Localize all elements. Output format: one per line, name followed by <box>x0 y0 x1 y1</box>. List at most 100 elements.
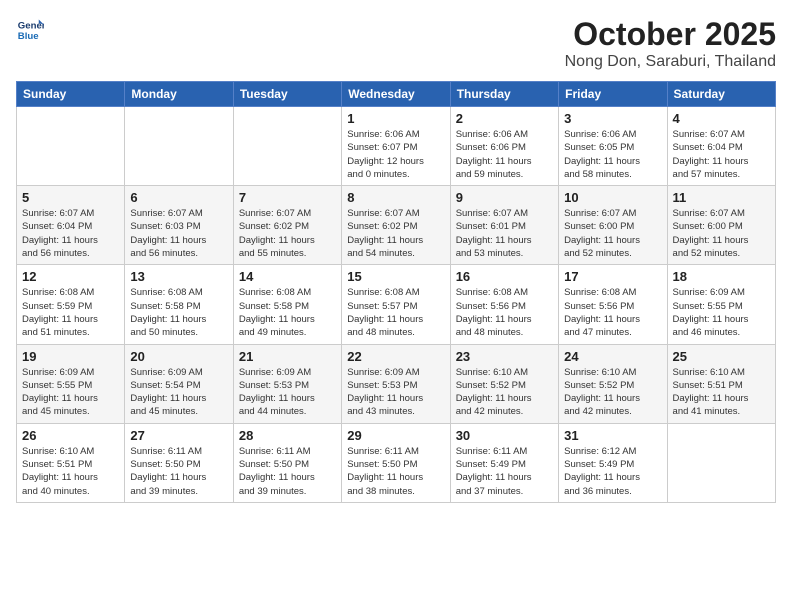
table-cell: 30 Sunrise: 6:11 AM Sunset: 5:49 PM Dayli… <box>450 423 558 502</box>
day-number: 21 <box>239 349 336 364</box>
table-cell: 13 Sunrise: 6:08 AM Sunset: 5:58 PM Dayli… <box>125 265 233 344</box>
day-number: 6 <box>130 190 227 205</box>
header-friday: Friday <box>559 82 667 107</box>
table-cell: 26 Sunrise: 6:10 AM Sunset: 5:51 PM Dayli… <box>17 423 125 502</box>
day-info: Sunrise: 6:08 AM Sunset: 5:56 PM Dayligh… <box>456 286 553 339</box>
day-number: 1 <box>347 111 444 126</box>
calendar-table: Sunday Monday Tuesday Wednesday Thursday… <box>16 81 776 503</box>
day-info: Sunrise: 6:08 AM Sunset: 5:59 PM Dayligh… <box>22 286 119 339</box>
day-info: Sunrise: 6:10 AM Sunset: 5:52 PM Dayligh… <box>564 366 661 419</box>
day-number: 11 <box>673 190 770 205</box>
day-info: Sunrise: 6:08 AM Sunset: 5:56 PM Dayligh… <box>564 286 661 339</box>
table-cell: 1 Sunrise: 6:06 AM Sunset: 6:07 PM Daylig… <box>342 107 450 186</box>
day-info: Sunrise: 6:10 AM Sunset: 5:52 PM Dayligh… <box>456 366 553 419</box>
day-number: 27 <box>130 428 227 443</box>
table-cell: 7Sunrise: 6:07 AM Sunset: 6:02 PM Daylig… <box>233 186 341 265</box>
table-cell: 2 Sunrise: 6:06 AM Sunset: 6:06 PM Daylig… <box>450 107 558 186</box>
location-title: Nong Don, Saraburi, Thailand <box>565 53 776 71</box>
day-info: Sunrise: 6:06 AM Sunset: 6:06 PM Dayligh… <box>456 128 553 181</box>
table-cell: 25Sunrise: 6:10 AM Sunset: 5:51 PM Dayli… <box>667 344 775 423</box>
table-cell: 6 Sunrise: 6:07 AM Sunset: 6:03 PM Daylig… <box>125 186 233 265</box>
page-header: General Blue October 2025 Nong Don, Sara… <box>16 16 776 71</box>
day-info: Sunrise: 6:07 AM Sunset: 6:01 PM Dayligh… <box>456 207 553 260</box>
day-info: Sunrise: 6:11 AM Sunset: 5:50 PM Dayligh… <box>130 445 227 498</box>
day-number: 3 <box>564 111 661 126</box>
table-cell <box>233 107 341 186</box>
day-info: Sunrise: 6:09 AM Sunset: 5:53 PM Dayligh… <box>239 366 336 419</box>
day-number: 23 <box>456 349 553 364</box>
header-monday: Monday <box>125 82 233 107</box>
day-info: Sunrise: 6:09 AM Sunset: 5:54 PM Dayligh… <box>130 366 227 419</box>
day-info: Sunrise: 6:09 AM Sunset: 5:53 PM Dayligh… <box>347 366 444 419</box>
table-cell: 22 Sunrise: 6:09 AM Sunset: 5:53 PM Dayli… <box>342 344 450 423</box>
week-row-1: 1 Sunrise: 6:06 AM Sunset: 6:07 PM Daylig… <box>17 107 776 186</box>
table-cell <box>125 107 233 186</box>
day-number: 24 <box>564 349 661 364</box>
day-number: 9 <box>456 190 553 205</box>
day-info: Sunrise: 6:06 AM Sunset: 6:05 PM Dayligh… <box>564 128 661 181</box>
day-number: 13 <box>130 269 227 284</box>
day-number: 30 <box>456 428 553 443</box>
table-cell: 27 Sunrise: 6:11 AM Sunset: 5:50 PM Dayli… <box>125 423 233 502</box>
day-info: Sunrise: 6:10 AM Sunset: 5:51 PM Dayligh… <box>673 366 770 419</box>
day-number: 2 <box>456 111 553 126</box>
day-info: Sunrise: 6:09 AM Sunset: 5:55 PM Dayligh… <box>673 286 770 339</box>
day-number: 19 <box>22 349 119 364</box>
week-row-4: 19 Sunrise: 6:09 AM Sunset: 5:55 PM Dayli… <box>17 344 776 423</box>
day-number: 26 <box>22 428 119 443</box>
table-cell <box>17 107 125 186</box>
day-number: 18 <box>673 269 770 284</box>
day-number: 12 <box>22 269 119 284</box>
day-info: Sunrise: 6:12 AM Sunset: 5:49 PM Dayligh… <box>564 445 661 498</box>
table-cell: 4 Sunrise: 6:07 AM Sunset: 6:04 PM Daylig… <box>667 107 775 186</box>
table-cell: 3 Sunrise: 6:06 AM Sunset: 6:05 PM Daylig… <box>559 107 667 186</box>
table-cell: 12 Sunrise: 6:08 AM Sunset: 5:59 PM Dayli… <box>17 265 125 344</box>
week-row-3: 12 Sunrise: 6:08 AM Sunset: 5:59 PM Dayli… <box>17 265 776 344</box>
day-info: Sunrise: 6:11 AM Sunset: 5:50 PM Dayligh… <box>239 445 336 498</box>
table-cell: 21 Sunrise: 6:09 AM Sunset: 5:53 PM Dayli… <box>233 344 341 423</box>
day-number: 15 <box>347 269 444 284</box>
week-row-5: 26 Sunrise: 6:10 AM Sunset: 5:51 PM Dayli… <box>17 423 776 502</box>
day-info: Sunrise: 6:10 AM Sunset: 5:51 PM Dayligh… <box>22 445 119 498</box>
logo-icon: General Blue <box>16 16 44 44</box>
svg-text:Blue: Blue <box>18 31 39 42</box>
weekday-header-row: Sunday Monday Tuesday Wednesday Thursday… <box>17 82 776 107</box>
day-number: 28 <box>239 428 336 443</box>
table-cell: 16 Sunrise: 6:08 AM Sunset: 5:56 PM Dayli… <box>450 265 558 344</box>
table-cell: 23 Sunrise: 6:10 AM Sunset: 5:52 PM Dayli… <box>450 344 558 423</box>
table-cell: 11Sunrise: 6:07 AM Sunset: 6:00 PM Dayli… <box>667 186 775 265</box>
day-number: 22 <box>347 349 444 364</box>
day-number: 20 <box>130 349 227 364</box>
day-info: Sunrise: 6:06 AM Sunset: 6:07 PM Dayligh… <box>347 128 444 181</box>
table-cell: 15Sunrise: 6:08 AM Sunset: 5:57 PM Dayli… <box>342 265 450 344</box>
table-cell: 20 Sunrise: 6:09 AM Sunset: 5:54 PM Dayli… <box>125 344 233 423</box>
day-number: 17 <box>564 269 661 284</box>
day-number: 31 <box>564 428 661 443</box>
day-number: 5 <box>22 190 119 205</box>
day-info: Sunrise: 6:07 AM Sunset: 6:00 PM Dayligh… <box>564 207 661 260</box>
table-cell: 28 Sunrise: 6:11 AM Sunset: 5:50 PM Dayli… <box>233 423 341 502</box>
table-cell: 24 Sunrise: 6:10 AM Sunset: 5:52 PM Dayli… <box>559 344 667 423</box>
day-info: Sunrise: 6:11 AM Sunset: 5:49 PM Dayligh… <box>456 445 553 498</box>
table-cell: 14Sunrise: 6:08 AM Sunset: 5:58 PM Dayli… <box>233 265 341 344</box>
header-tuesday: Tuesday <box>233 82 341 107</box>
day-info: Sunrise: 6:07 AM Sunset: 6:02 PM Dayligh… <box>239 207 336 260</box>
header-wednesday: Wednesday <box>342 82 450 107</box>
day-number: 16 <box>456 269 553 284</box>
table-cell: 17 Sunrise: 6:08 AM Sunset: 5:56 PM Dayli… <box>559 265 667 344</box>
week-row-2: 5 Sunrise: 6:07 AM Sunset: 6:04 PM Daylig… <box>17 186 776 265</box>
day-info: Sunrise: 6:07 AM Sunset: 6:03 PM Dayligh… <box>130 207 227 260</box>
day-number: 8 <box>347 190 444 205</box>
table-cell: 9 Sunrise: 6:07 AM Sunset: 6:01 PM Daylig… <box>450 186 558 265</box>
day-info: Sunrise: 6:08 AM Sunset: 5:58 PM Dayligh… <box>130 286 227 339</box>
day-number: 10 <box>564 190 661 205</box>
title-section: October 2025 Nong Don, Saraburi, Thailan… <box>565 16 776 71</box>
day-number: 4 <box>673 111 770 126</box>
table-cell: 19 Sunrise: 6:09 AM Sunset: 5:55 PM Dayli… <box>17 344 125 423</box>
day-info: Sunrise: 6:07 AM Sunset: 6:02 PM Dayligh… <box>347 207 444 260</box>
day-info: Sunrise: 6:09 AM Sunset: 5:55 PM Dayligh… <box>22 366 119 419</box>
header-sunday: Sunday <box>17 82 125 107</box>
month-title: October 2025 <box>565 16 776 53</box>
day-info: Sunrise: 6:07 AM Sunset: 6:04 PM Dayligh… <box>22 207 119 260</box>
day-info: Sunrise: 6:07 AM Sunset: 6:04 PM Dayligh… <box>673 128 770 181</box>
